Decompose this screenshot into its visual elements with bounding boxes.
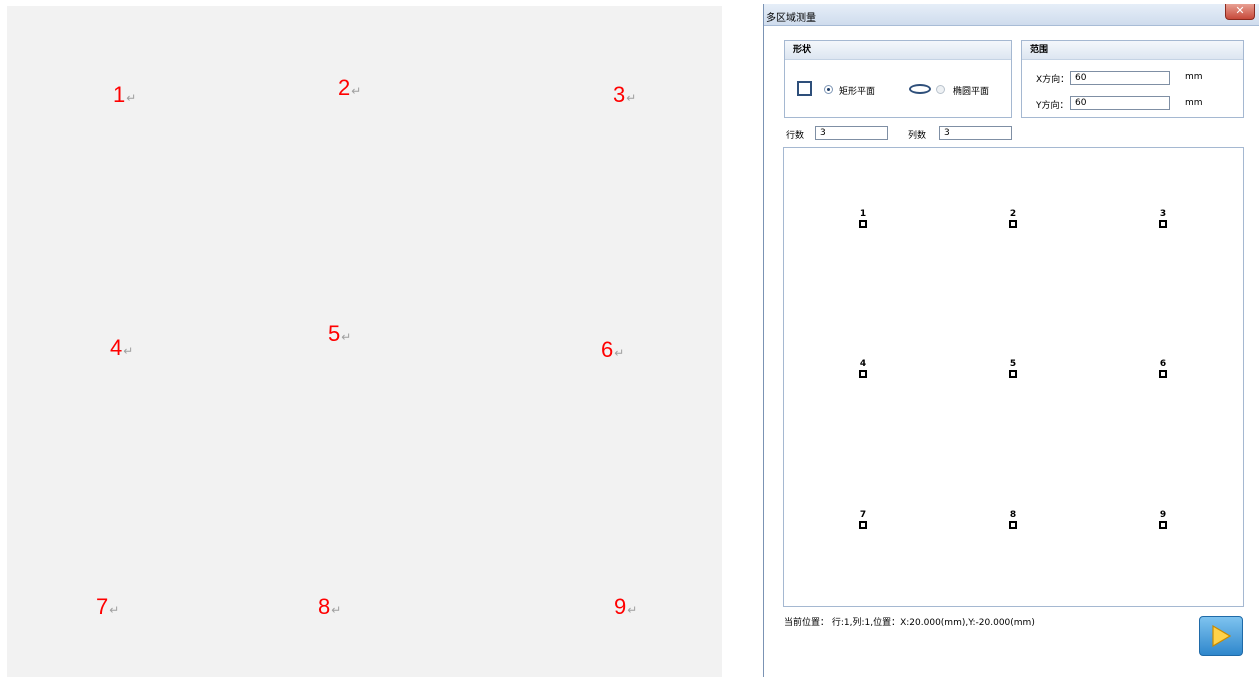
- ellipse-plane-label[interactable]: 椭圆平面: [953, 84, 989, 97]
- paragraph-mark-icon: ↵: [626, 91, 637, 105]
- paragraph-mark-icon: ↵: [351, 84, 362, 98]
- doc-number-1: 1↵: [113, 82, 137, 107]
- paragraph-mark-icon: ↵: [331, 603, 342, 617]
- doc-number-7: 7↵: [96, 594, 120, 619]
- play-icon: [1212, 625, 1231, 647]
- rect-plane-radio[interactable]: [824, 85, 833, 94]
- x-direction-input[interactable]: [1070, 71, 1170, 85]
- point-square-icon: [1009, 220, 1017, 228]
- grid-point-6[interactable]: 6: [1153, 359, 1173, 378]
- current-position-status: 当前位置： 行:1,列:1,位置：X:20.000(mm),Y:-20.000(…: [784, 618, 1035, 628]
- paragraph-mark-icon: ↵: [341, 330, 352, 344]
- measurement-grid: 1 2 3 4 5 6 7 8 9: [783, 147, 1244, 607]
- doc-number-9: 9↵: [614, 594, 638, 619]
- rows-input[interactable]: [815, 126, 888, 140]
- grid-point-9[interactable]: 9: [1153, 510, 1173, 529]
- dialog-title: 多区域测量: [766, 13, 816, 24]
- shape-group-title: 形状: [785, 41, 1011, 60]
- x-unit-label: mm: [1185, 72, 1203, 82]
- doc-number-3: 3↵: [613, 82, 637, 107]
- paragraph-mark-icon: ↵: [109, 603, 120, 617]
- point-square-icon: [1009, 521, 1017, 529]
- rect-plane-label[interactable]: 矩形平面: [839, 84, 875, 97]
- doc-number-8: 8↵: [318, 594, 342, 619]
- range-group-title: 范围: [1022, 41, 1243, 60]
- close-button[interactable]: ✕: [1225, 4, 1255, 20]
- ellipse-shape-icon[interactable]: [909, 84, 931, 94]
- cols-input[interactable]: [939, 126, 1012, 140]
- title-bar[interactable]: 多区域测量 ✕: [764, 4, 1259, 26]
- multi-region-dialog: 多区域测量 ✕ 形状 矩形平面 椭圆平面 范围 X方向： mm Y方向： mm …: [763, 4, 1259, 677]
- paragraph-mark-icon: ↵: [123, 344, 134, 358]
- doc-number-6: 6↵: [601, 337, 625, 362]
- point-square-icon: [1159, 521, 1167, 529]
- range-group: 范围 X方向： mm Y方向： mm: [1021, 40, 1244, 118]
- y-direction-label: Y方向：: [1036, 101, 1069, 111]
- ellipse-plane-radio[interactable]: [936, 85, 945, 94]
- point-square-icon: [1009, 370, 1017, 378]
- x-direction-label: X方向：: [1036, 75, 1070, 85]
- point-square-icon: [859, 370, 867, 378]
- grid-point-5[interactable]: 5: [1003, 359, 1023, 378]
- doc-number-4: 4↵: [110, 335, 134, 360]
- y-unit-label: mm: [1185, 98, 1203, 108]
- grid-point-1[interactable]: 1: [853, 209, 873, 228]
- cols-label: 列数: [908, 131, 927, 141]
- point-square-icon: [1159, 370, 1167, 378]
- document-panel: 1↵ 2↵ 3↵ 4↵ 5↵ 6↵ 7↵ 8↵ 9↵: [7, 6, 722, 677]
- paragraph-mark-icon: ↵: [126, 91, 137, 105]
- point-square-icon: [1159, 220, 1167, 228]
- grid-point-3[interactable]: 3: [1153, 209, 1173, 228]
- y-direction-input[interactable]: [1070, 96, 1170, 110]
- point-square-icon: [859, 220, 867, 228]
- rectangle-shape-icon[interactable]: [797, 81, 812, 96]
- rows-label: 行数: [786, 131, 805, 141]
- point-square-icon: [859, 521, 867, 529]
- doc-number-2: 2↵: [338, 75, 362, 100]
- shape-group: 形状 矩形平面 椭圆平面: [784, 40, 1012, 118]
- start-measure-button[interactable]: [1199, 616, 1243, 656]
- grid-point-7[interactable]: 7: [853, 510, 873, 529]
- grid-point-2[interactable]: 2: [1003, 209, 1023, 228]
- paragraph-mark-icon: ↵: [627, 603, 638, 617]
- grid-point-4[interactable]: 4: [853, 359, 873, 378]
- close-icon: ✕: [1235, 4, 1245, 17]
- paragraph-mark-icon: ↵: [614, 346, 625, 360]
- grid-point-8[interactable]: 8: [1003, 510, 1023, 529]
- doc-number-5: 5↵: [328, 321, 352, 346]
